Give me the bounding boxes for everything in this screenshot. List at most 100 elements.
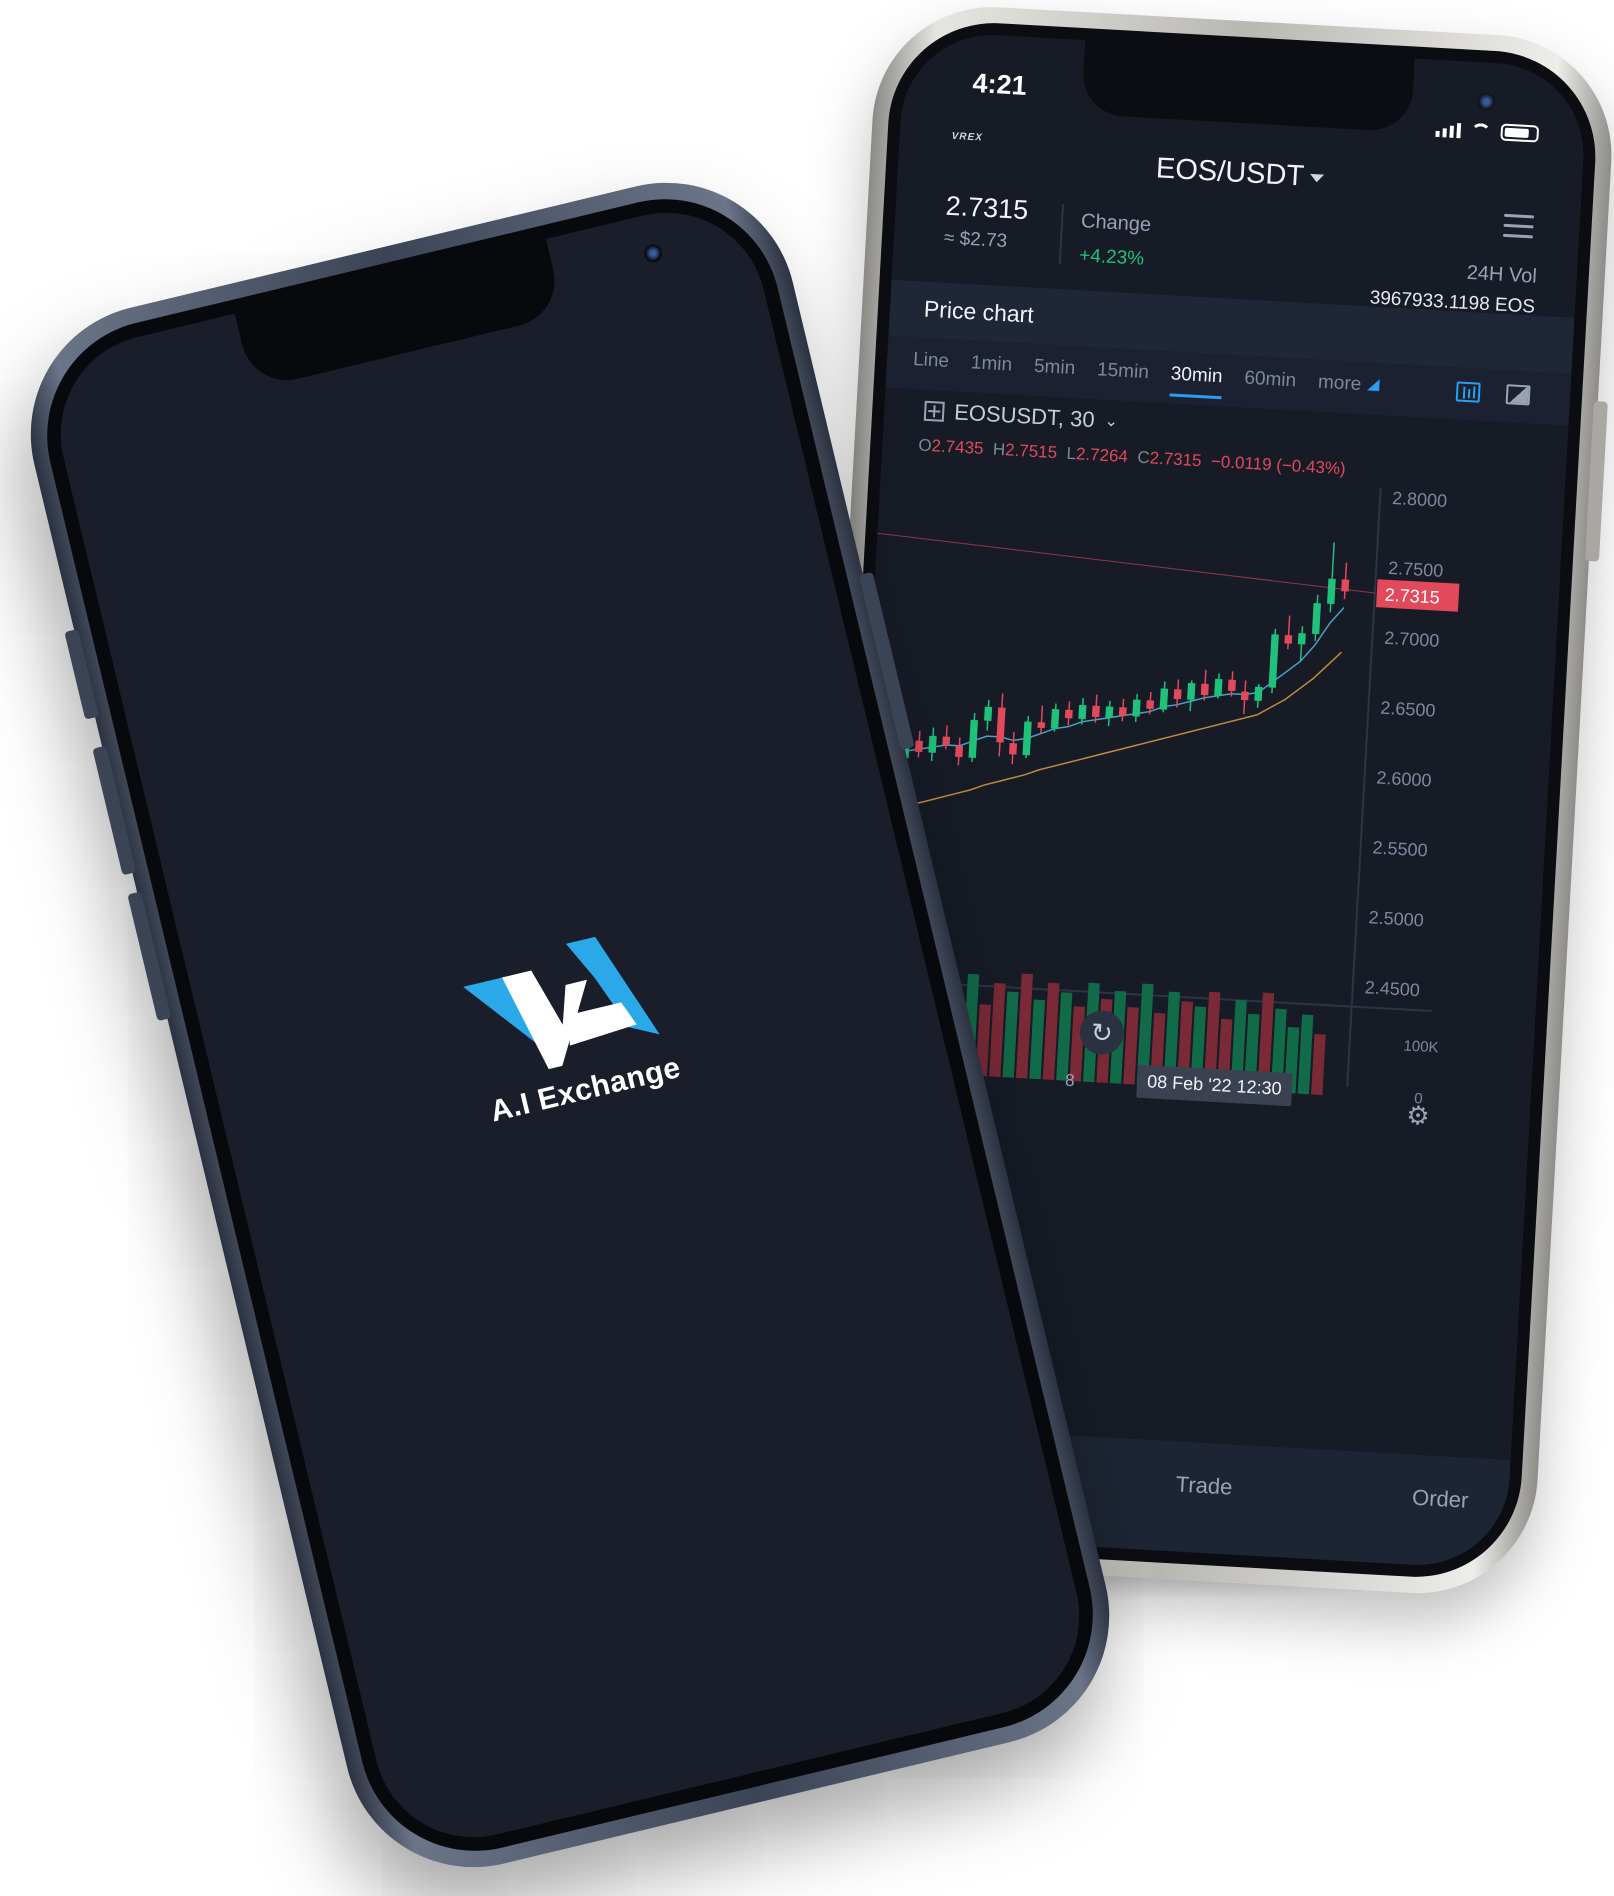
candle-body: [1227, 679, 1236, 692]
y-tick-label: 2.7500: [1388, 558, 1444, 581]
close-label: C: [1136, 447, 1151, 468]
candle-body: [1091, 705, 1100, 718]
candle-body: [1311, 602, 1321, 635]
candle-body: [1173, 689, 1182, 700]
chevron-down-icon: [1309, 174, 1325, 184]
open-value: 2.7435: [931, 436, 985, 459]
last-price: 2.7315: [944, 190, 1030, 226]
volume-axis-label: 100K: [1403, 1037, 1439, 1057]
high-label: H: [992, 439, 1006, 460]
volume-bar: [1029, 999, 1046, 1080]
current-price-line: [877, 532, 1375, 594]
y-tick-label: 2.5000: [1368, 907, 1424, 930]
area-chart-icon[interactable]: [1505, 384, 1531, 406]
status-time: 4:21: [971, 67, 1028, 101]
symbol-label: EOSUSDT, 30: [953, 399, 1096, 433]
candle-body: [1341, 579, 1350, 592]
candle-body: [1200, 683, 1209, 696]
gear-icon[interactable]: ⚙: [1406, 1100, 1431, 1132]
volume-bar: [1123, 1006, 1139, 1085]
high-value: 2.7515: [1004, 440, 1058, 463]
side-button: [1584, 401, 1608, 562]
change-block: Change +4.23%: [1079, 210, 1152, 271]
candle-body: [1105, 706, 1114, 718]
tab-5min[interactable]: 5min: [1033, 356, 1075, 391]
chart-type-icons: [1455, 381, 1531, 406]
y-tick-label: 2.8000: [1392, 488, 1448, 511]
y-tick-label: 2.6500: [1380, 698, 1436, 721]
system-icons: [1435, 120, 1540, 143]
candle-body: [1268, 634, 1279, 688]
candle-body: [914, 740, 923, 753]
candle-body: [1146, 700, 1155, 709]
candle-body: [1214, 678, 1223, 696]
current-price-label: 2.7315: [1384, 585, 1440, 608]
chevron-down-icon: ⌄: [1104, 412, 1119, 431]
candle-body: [955, 745, 964, 758]
divider: [1058, 204, 1065, 265]
low-value: 2.7264: [1075, 444, 1129, 467]
candle-body: [1064, 709, 1073, 719]
candle-body: [1050, 708, 1060, 729]
tab-60min[interactable]: 60min: [1243, 368, 1297, 404]
tab-15min[interactable]: 15min: [1096, 359, 1150, 395]
volume-bar: [1042, 982, 1060, 1081]
symbol-row[interactable]: EOSUSDT, 30 ⌄: [923, 398, 1119, 435]
front-camera: [1476, 92, 1496, 112]
tab-line[interactable]: Line: [912, 349, 950, 384]
volume-bar: [1297, 1014, 1314, 1095]
y-tick-label: 2.5500: [1372, 837, 1428, 860]
candle-body: [1009, 743, 1018, 755]
y-tick-label: 2.7000: [1384, 628, 1440, 651]
volume-bar: [1056, 992, 1073, 1081]
tab-more[interactable]: more: [1317, 372, 1380, 408]
battery-icon: [1500, 123, 1540, 143]
x-axis-label: 8: [1064, 1070, 1076, 1091]
close-value: 2.7315: [1149, 448, 1203, 471]
tab-30min[interactable]: 30min: [1169, 363, 1224, 400]
price-block: 2.7315 ≈ $2.73: [943, 191, 1029, 255]
vol-label: 24H Vol: [1466, 261, 1538, 288]
candle-body: [1022, 721, 1032, 756]
candle-body: [1297, 632, 1306, 645]
candle-body: [1159, 688, 1169, 710]
section-title: Price chart: [923, 295, 1035, 328]
candle-body: [1254, 686, 1263, 702]
volume-bar: [989, 983, 1006, 1078]
menu-icon[interactable]: [1502, 213, 1535, 246]
change-label: Change: [1080, 210, 1152, 237]
candle-body: [1132, 699, 1141, 717]
nav-item-trade[interactable]: Trade: [1175, 1471, 1233, 1500]
candle-body: [1078, 704, 1087, 720]
more-indicator-icon: [1366, 378, 1380, 392]
signal-icon: [1435, 122, 1462, 139]
volume-bar: [1311, 1033, 1326, 1096]
candle-body: [928, 735, 937, 753]
candle-body: [942, 736, 951, 746]
status-bar: 4:21: [900, 30, 1588, 158]
candle-wick: [1040, 705, 1044, 734]
pair-label: EOS/USDT: [1155, 152, 1305, 193]
candle-body: [1187, 682, 1196, 701]
y-tick-label: 2.6000: [1376, 768, 1432, 791]
volume-bar: [1002, 991, 1019, 1078]
nav-item-order[interactable]: Order: [1411, 1485, 1469, 1514]
candle-body: [1240, 691, 1249, 701]
candle-body: [984, 706, 993, 721]
candle-body: [968, 719, 978, 758]
tab-more-label: more: [1317, 371, 1362, 396]
candle-body: [1284, 635, 1293, 644]
candlestick-icon[interactable]: [1455, 381, 1481, 403]
change-value: +4.23%: [1078, 245, 1145, 270]
add-indicator-icon[interactable]: [923, 400, 945, 422]
wifi-icon: [1470, 122, 1492, 140]
candle-body: [1037, 722, 1046, 729]
tab-1min[interactable]: 1min: [970, 352, 1012, 387]
app-logo: A.I Exchange: [201, 863, 939, 1191]
candle-body: [1327, 578, 1336, 605]
candle-wick: [1287, 615, 1291, 650]
price-usd: ≈ $2.73: [943, 227, 1008, 253]
front-camera: [642, 242, 664, 265]
y-tick-label: 2.4500: [1364, 977, 1420, 1000]
change-readout: −0.0119 (−0.43%): [1210, 451, 1347, 479]
